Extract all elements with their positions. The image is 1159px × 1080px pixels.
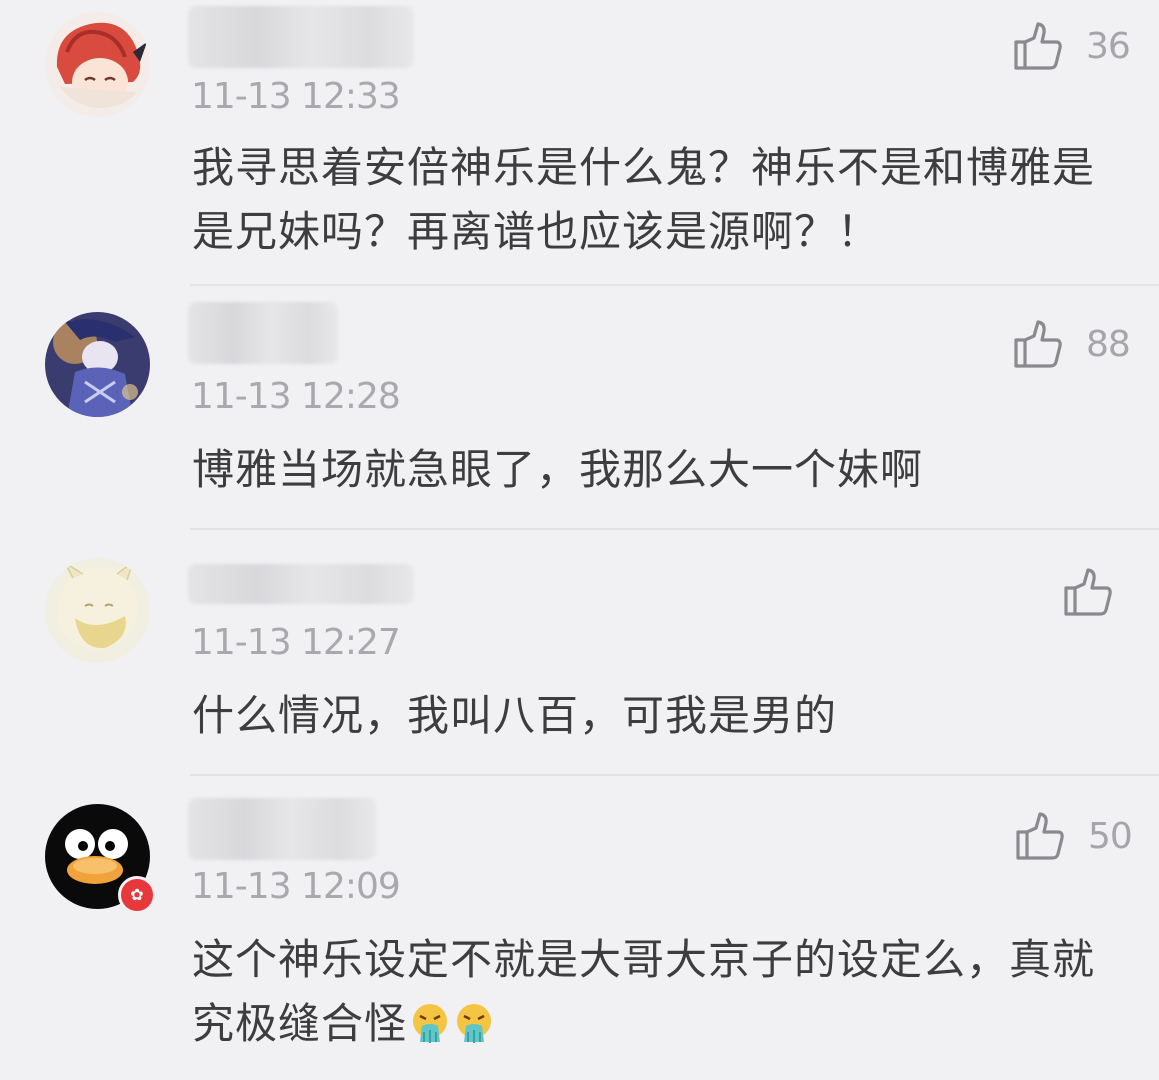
comment-text: 这个神乐设定不就是大哥大京子的设定么，真就究极缝合怪 (192, 928, 1123, 1056)
divider (190, 774, 1159, 776)
thumbs-up-icon (1064, 568, 1112, 616)
like-button[interactable] (1062, 566, 1114, 618)
username-redacted (188, 6, 414, 68)
vomit-emoji (457, 1004, 492, 1043)
avatar[interactable] (45, 12, 150, 117)
like-count: 50 (1088, 815, 1133, 857)
divider (190, 284, 1159, 286)
thumbs-up-icon (1014, 22, 1062, 70)
username-redacted (188, 564, 414, 604)
vomit-emoji (413, 1004, 448, 1043)
like-button[interactable]: 88 (1012, 318, 1131, 370)
username-redacted (188, 798, 376, 860)
comment-time: 11-13 12:28 (191, 376, 401, 417)
comment-text: 博雅当场就急眼了，我那么大一个妹啊 (192, 445, 924, 494)
avatar[interactable] (45, 558, 150, 663)
like-count: 88 (1086, 323, 1131, 365)
like-count: 36 (1086, 25, 1131, 67)
divider (190, 528, 1159, 530)
comment-time: 11-13 12:09 (191, 866, 401, 907)
thumbs-up-icon (1014, 320, 1062, 368)
comment-text: 我寻思着安倍神乐是什么鬼？神乐不是和博雅是是兄妹吗？再离谱也应该是源啊？！ (192, 143, 1096, 256)
comment-time: 11-13 12:33 (191, 76, 401, 117)
comment-text: 什么情况，我叫八百，可我是男的 (192, 691, 838, 740)
like-button[interactable]: 36 (1012, 20, 1131, 72)
username-redacted (188, 302, 338, 364)
avatar[interactable] (45, 312, 150, 417)
comment-time: 11-13 12:27 (191, 622, 401, 663)
comment-text-body: 这个神乐设定不就是大哥大京子的设定么，真就究极缝合怪 (192, 935, 1096, 1048)
star-badge-icon: ✿ (118, 876, 156, 914)
thumbs-up-icon (1016, 812, 1064, 860)
like-button[interactable]: 50 (1014, 810, 1133, 862)
